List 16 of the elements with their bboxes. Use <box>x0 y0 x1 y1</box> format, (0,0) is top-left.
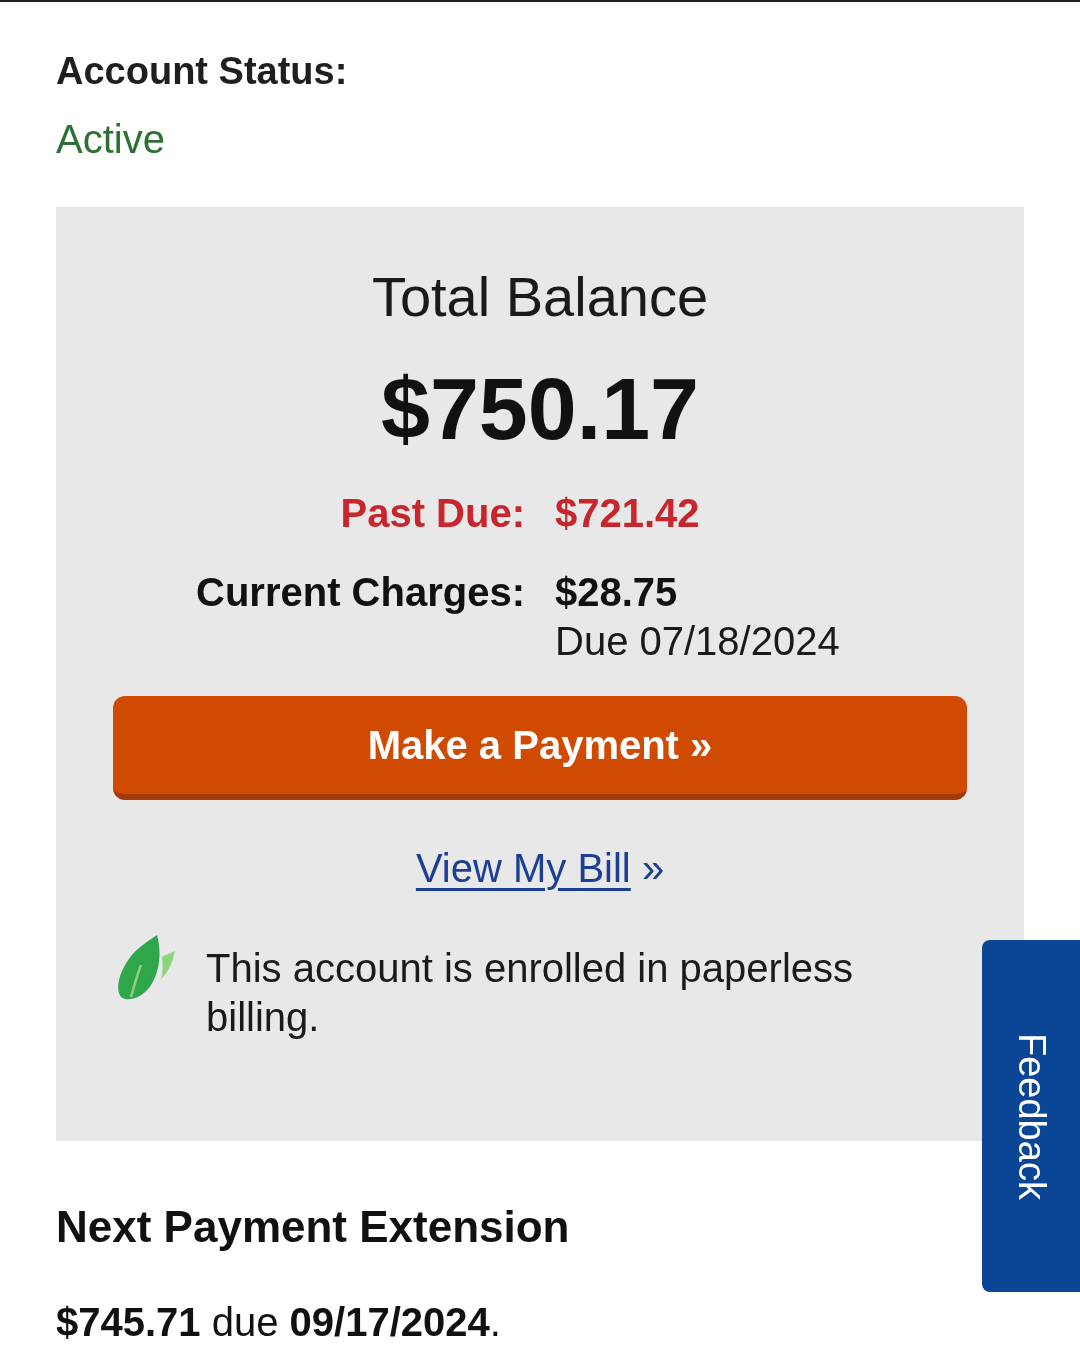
charge-amount: $28.75 <box>555 569 678 616</box>
due-date-text: Due 07/18/2024 <box>555 618 840 665</box>
account-status-value: Active <box>56 116 165 163</box>
charge-amount: $721.42 <box>555 490 700 537</box>
total-balance-amount: $750.17 <box>380 359 700 459</box>
make-payment-button[interactable]: Make a Payment » <box>113 696 967 800</box>
feedback-tab[interactable]: Feedback <box>982 940 1080 1292</box>
charge-label: Past Due: <box>340 490 525 537</box>
view-bill-link[interactable]: View My Bill » <box>415 843 665 893</box>
charge-label: Current Charges: <box>196 569 525 616</box>
extension-text: $745.71 due 09/17/2024. <box>56 1299 501 1346</box>
account-status-label: Account Status: <box>56 49 348 94</box>
paperless-notice: This account is enrolled in paperless billing. <box>206 945 854 1041</box>
leaf-icon <box>117 935 175 1001</box>
total-balance-title: Total Balance <box>371 264 709 330</box>
extension-title: Next Payment Extension <box>56 1201 570 1253</box>
